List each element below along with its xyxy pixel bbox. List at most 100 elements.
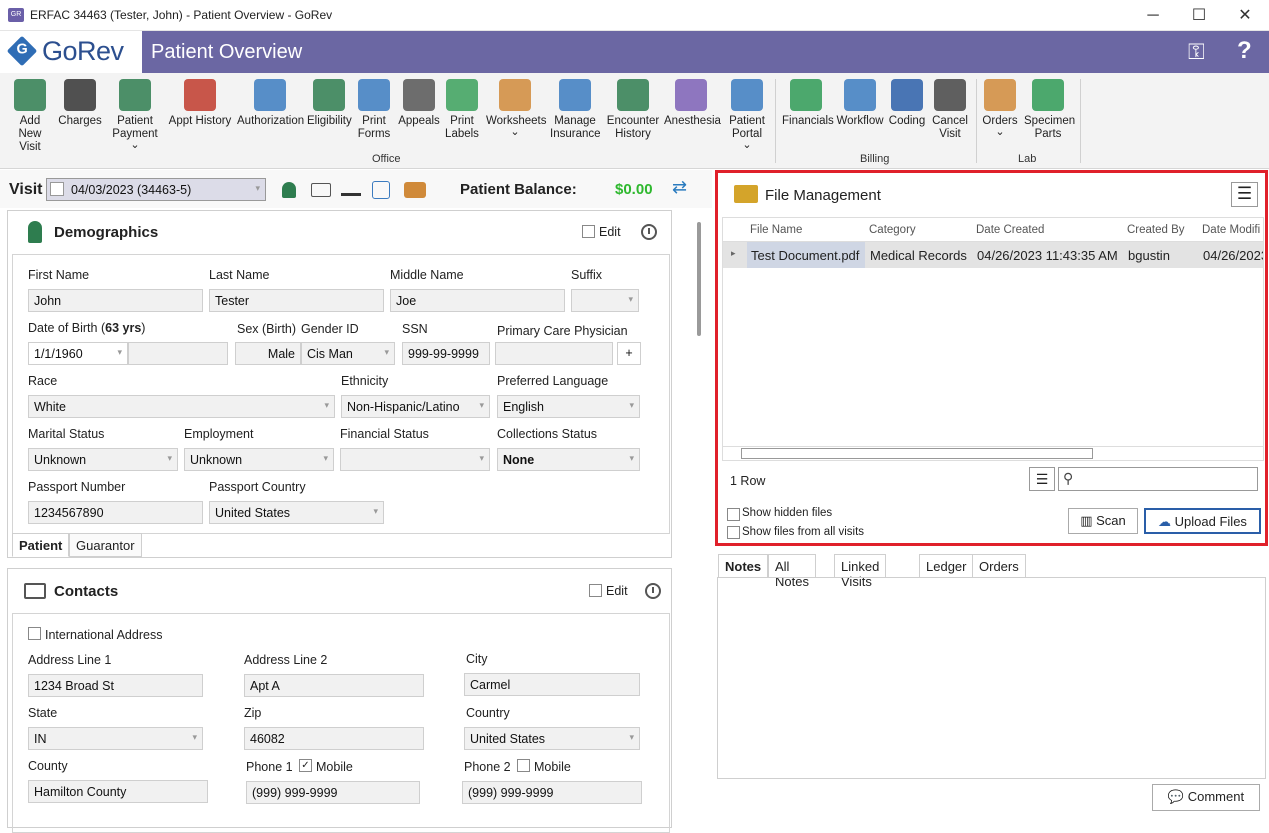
ribbon-label: Charges — [58, 115, 102, 127]
ribbon-patient-portal-button[interactable]: Patient Portal ⌄ — [720, 79, 774, 151]
edit-label: Edit — [599, 225, 621, 239]
country-select[interactable]: United States — [464, 727, 640, 750]
table-row[interactable]: ▸ Test Document.pdf Medical Records 04/2… — [723, 242, 1263, 268]
search-input[interactable]: ⚲ — [1058, 467, 1258, 491]
ribbon-workflow-button[interactable]: Workflow — [836, 79, 884, 128]
marital-select[interactable]: Unknown — [28, 448, 178, 471]
passport-country-select[interactable]: United States — [209, 501, 384, 524]
ribbon-anesthesia-button[interactable]: Anesthesia — [664, 79, 721, 128]
ribbon-authorization-button[interactable]: Authorization — [237, 79, 304, 128]
comment-button[interactable]: 💬 Comment — [1152, 784, 1260, 811]
ribbon-encounter-history-button[interactable]: Encounter History — [606, 79, 660, 141]
ribbon-coding-button[interactable]: Coding — [887, 79, 927, 128]
tab-guarantor[interactable]: Guarantor — [69, 533, 142, 557]
menu-icon[interactable]: ☰ — [1231, 182, 1258, 207]
left-scrollbar-thumb[interactable] — [697, 222, 701, 336]
phone2-label: Phone 2 — [464, 760, 511, 774]
ribbon-manage-insurance-button[interactable]: Manage Insurance — [550, 79, 601, 141]
ethnicity-select[interactable]: Non-Hispanic/Latino — [341, 395, 490, 418]
employment-select[interactable]: Unknown — [184, 448, 334, 471]
maximize-button[interactable]: ☐ — [1176, 0, 1222, 31]
tab-orders[interactable]: Orders — [972, 554, 1026, 578]
county-field[interactable]: Hamilton County — [28, 780, 208, 803]
ribbon-eligibility-button[interactable]: Eligibility — [307, 79, 352, 128]
refresh-icon[interactable]: ⇄ — [672, 177, 687, 198]
tab-ledger[interactable]: Ledger — [919, 554, 974, 578]
column-category[interactable]: Category — [869, 224, 916, 236]
middle-name-field[interactable]: Joe — [390, 289, 565, 312]
passport-field[interactable]: 1234567890 — [28, 501, 203, 524]
ssn-field[interactable]: 999-99-9999 — [402, 342, 490, 365]
address1-field[interactable]: 1234 Broad St — [28, 674, 203, 697]
financial-select[interactable] — [340, 448, 490, 471]
pcp-field[interactable] — [495, 342, 613, 365]
close-button[interactable]: ✕ — [1222, 0, 1268, 31]
ribbon-appeals-button[interactable]: Appeals — [398, 79, 440, 128]
group-separator — [976, 79, 977, 163]
suffix-label: Suffix — [571, 268, 603, 282]
ribbon-specimen-parts-button[interactable]: Specimen Parts — [1024, 79, 1075, 141]
contacts-edit-checkbox[interactable] — [589, 584, 602, 597]
minimize-button[interactable]: ─ — [1130, 0, 1176, 31]
ribbon-add-new-visit-button[interactable]: Add New Visit — [8, 79, 52, 154]
dob-field[interactable]: 1/1/1960 — [28, 342, 128, 365]
notes-area[interactable] — [717, 577, 1266, 779]
tab-linked-visits[interactable]: Linked Visits — [834, 554, 887, 589]
ribbon-print-forms-button[interactable]: Print Forms — [356, 79, 392, 141]
ribbon-financials-button[interactable]: Financials — [782, 79, 834, 128]
suffix-select[interactable] — [571, 289, 639, 312]
expand-row-icon[interactable]: ▸ — [731, 248, 736, 259]
tab-all-notes[interactable]: All Notes — [768, 554, 816, 589]
keys-icon[interactable]: ⚿ — [1188, 39, 1205, 65]
address2-field[interactable]: Apt A — [244, 674, 424, 697]
collections-select[interactable]: None — [497, 448, 640, 471]
ribbon-print-labels-button[interactable]: Print Labels — [444, 79, 480, 141]
column-file-name[interactable]: File Name — [750, 224, 802, 236]
language-select[interactable]: English — [497, 395, 640, 418]
upload-files-button[interactable]: ☁ Upload Files — [1144, 508, 1261, 534]
insurance-icon[interactable] — [372, 181, 390, 199]
phone1-mobile-checkbox[interactable]: ✓ — [299, 759, 312, 772]
id-card-icon[interactable] — [311, 183, 331, 197]
column-chooser-icon[interactable]: ☰ — [1029, 467, 1055, 491]
history-icon[interactable] — [645, 583, 661, 599]
tab-patient[interactable]: Patient — [12, 533, 70, 557]
ribbon-orders-button[interactable]: Orders ⌄ — [982, 79, 1018, 138]
horizontal-scrollbar[interactable] — [723, 446, 1263, 460]
visit-checkbox[interactable] — [50, 182, 64, 196]
zip-field[interactable]: 46082 — [244, 727, 424, 750]
visit-select[interactable]: 04/03/2023 (34463-5) — [46, 178, 266, 201]
first-name-field[interactable]: John — [28, 289, 203, 312]
help-icon[interactable]: ? — [1237, 37, 1252, 65]
ribbon-patient-payment-button[interactable]: Patient Payment ⌄ — [112, 79, 158, 151]
scan-button[interactable]: ▥ Scan — [1068, 508, 1138, 534]
sex-select[interactable]: Male — [235, 342, 301, 365]
last-name-field[interactable]: Tester — [209, 289, 384, 312]
demographics-edit-checkbox[interactable] — [582, 225, 595, 238]
column-created-by[interactable]: Created By — [1127, 224, 1185, 236]
wallet-icon[interactable] — [404, 182, 426, 198]
pcp-add-button[interactable]: + — [617, 342, 641, 365]
phone2-field[interactable]: (999) 999-9999 — [462, 781, 642, 804]
column-date-modified[interactable]: Date Modifi — [1202, 224, 1260, 236]
city-field[interactable]: Carmel — [464, 673, 640, 696]
tab-notes[interactable]: Notes — [718, 554, 769, 578]
patient-icon[interactable] — [282, 182, 296, 198]
ribbon-cancel-visit-button[interactable]: Cancel Visit — [932, 79, 968, 141]
race-select[interactable]: White — [28, 395, 335, 418]
ribbon-worksheets-button[interactable]: Worksheets ⌄ — [486, 79, 547, 138]
ribbon-appt-history-button[interactable]: Appt History — [168, 79, 232, 128]
phone1-field[interactable]: (999) 999-9999 — [246, 781, 420, 804]
gender-select[interactable]: Cis Man — [301, 342, 395, 365]
show-all-visits-checkbox[interactable] — [727, 526, 740, 539]
international-checkbox[interactable] — [28, 627, 41, 640]
column-date-created[interactable]: Date Created — [976, 224, 1044, 236]
bed-icon[interactable] — [341, 184, 361, 196]
state-select[interactable]: IN — [28, 727, 203, 750]
state-label: State — [28, 706, 58, 720]
history-icon[interactable] — [641, 224, 657, 240]
show-hidden-checkbox[interactable] — [727, 508, 740, 521]
ribbon-charges-button[interactable]: Charges — [58, 79, 102, 128]
phone2-mobile-checkbox[interactable] — [517, 759, 530, 772]
dob-time-stepper[interactable] — [128, 342, 228, 365]
